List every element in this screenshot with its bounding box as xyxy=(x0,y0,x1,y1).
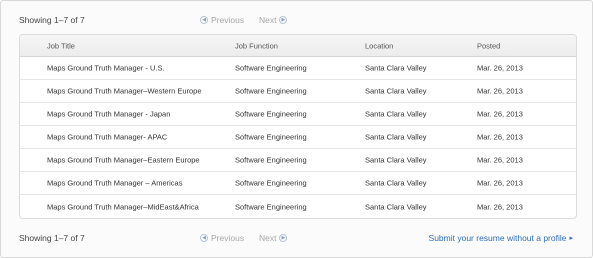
job-title[interactable]: Maps Ground Truth Manager- APAC xyxy=(47,133,167,142)
table-row[interactable]: Maps Ground Truth Manager–Eastern Europe… xyxy=(20,149,576,172)
job-function: Software Engineering xyxy=(235,63,307,73)
table-row[interactable]: Maps Ground Truth Manager – Americas Sof… xyxy=(20,172,576,195)
next-label: Next xyxy=(259,15,277,25)
chevron-left-circle-icon: ◀ xyxy=(200,234,208,242)
job-location: Santa Clara Valley xyxy=(365,155,427,165)
job-title[interactable]: Maps Ground Truth Manager–Western Europe xyxy=(47,87,202,96)
table-row[interactable]: Maps Ground Truth Manager - U.S. Softwar… xyxy=(20,57,576,80)
job-function: Software Engineering xyxy=(235,86,307,96)
results-count: Showing 1–7 of 7 xyxy=(19,15,85,25)
job-posted-date: Mar. 26, 2013 xyxy=(477,132,523,142)
job-function: Software Engineering xyxy=(235,155,307,165)
job-location: Santa Clara Valley xyxy=(365,202,427,211)
job-posted-date: Mar. 26, 2013 xyxy=(477,202,523,211)
job-posted-date: Mar. 26, 2013 xyxy=(477,178,523,188)
bottom-pager: Showing 1–7 of 7 ◀ Previous Next ▶ Submi… xyxy=(19,231,577,247)
previous-page-button[interactable]: ◀ Previous xyxy=(200,15,244,25)
column-header-location[interactable]: Location xyxy=(365,41,393,50)
next-label: Next xyxy=(259,233,277,243)
job-title[interactable]: Maps Ground Truth Manager–Eastern Europe xyxy=(47,156,200,165)
previous-page-button[interactable]: ◀ Previous xyxy=(200,233,244,243)
job-posted-date: Mar. 26, 2013 xyxy=(477,109,523,119)
job-title[interactable]: Maps Ground Truth Manager - Japan xyxy=(47,110,170,119)
table-row[interactable]: Maps Ground Truth Manager- APAC Software… xyxy=(20,126,576,149)
job-function: Software Engineering xyxy=(235,132,307,142)
job-title[interactable]: Maps Ground Truth Manager - U.S. xyxy=(47,64,165,73)
next-page-button[interactable]: Next ▶ xyxy=(259,233,288,243)
previous-label: Previous xyxy=(211,233,245,243)
submit-resume-label: Submit your resume without a profile xyxy=(428,233,567,243)
job-location: Santa Clara Valley xyxy=(365,63,427,73)
job-location: Santa Clara Valley xyxy=(365,109,427,119)
jobs-table: Job Title Job Function Location Posted M… xyxy=(19,34,577,219)
job-title[interactable]: Maps Ground Truth Manager – Americas xyxy=(47,179,182,188)
caret-right-icon: ▸ xyxy=(569,235,573,242)
table-row[interactable]: Maps Ground Truth Manager - Japan Softwa… xyxy=(20,103,576,126)
column-header-job-title[interactable]: Job Title xyxy=(47,41,75,50)
job-posted-date: Mar. 26, 2013 xyxy=(477,63,523,73)
job-title[interactable]: Maps Ground Truth Manager–MidEast&Africa xyxy=(47,202,199,211)
job-location: Santa Clara Valley xyxy=(365,86,427,96)
submit-resume-link[interactable]: Submit your resume without a profile ▸ xyxy=(429,233,573,243)
chevron-right-circle-icon: ▶ xyxy=(279,16,288,24)
chevron-left-circle-icon: ◀ xyxy=(200,16,208,24)
job-function: Software Engineering xyxy=(235,202,307,211)
job-posted-date: Mar. 26, 2013 xyxy=(477,86,523,96)
job-location: Santa Clara Valley xyxy=(365,132,427,142)
job-location: Santa Clara Valley xyxy=(365,178,427,188)
previous-label: Previous xyxy=(211,15,245,25)
chevron-right-circle-icon: ▶ xyxy=(279,234,288,242)
table-row[interactable]: Maps Ground Truth Manager–Western Europe… xyxy=(20,80,576,103)
job-posted-date: Mar. 26, 2013 xyxy=(477,155,523,165)
table-row[interactable]: Maps Ground Truth Manager–MidEast&Africa… xyxy=(20,195,576,218)
column-header-posted[interactable]: Posted xyxy=(477,41,500,50)
next-page-button[interactable]: Next ▶ xyxy=(259,15,288,25)
table-header: Job Title Job Function Location Posted xyxy=(20,35,576,57)
job-listings-panel: Showing 1–7 of 7 ◀ Previous Next ▶ Job T… xyxy=(0,0,593,258)
job-function: Software Engineering xyxy=(235,178,307,188)
column-header-job-function[interactable]: Job Function xyxy=(235,41,278,50)
results-count: Showing 1–7 of 7 xyxy=(19,233,85,243)
top-pager: Showing 1–7 of 7 ◀ Previous Next ▶ xyxy=(19,13,577,29)
job-function: Software Engineering xyxy=(235,109,307,119)
